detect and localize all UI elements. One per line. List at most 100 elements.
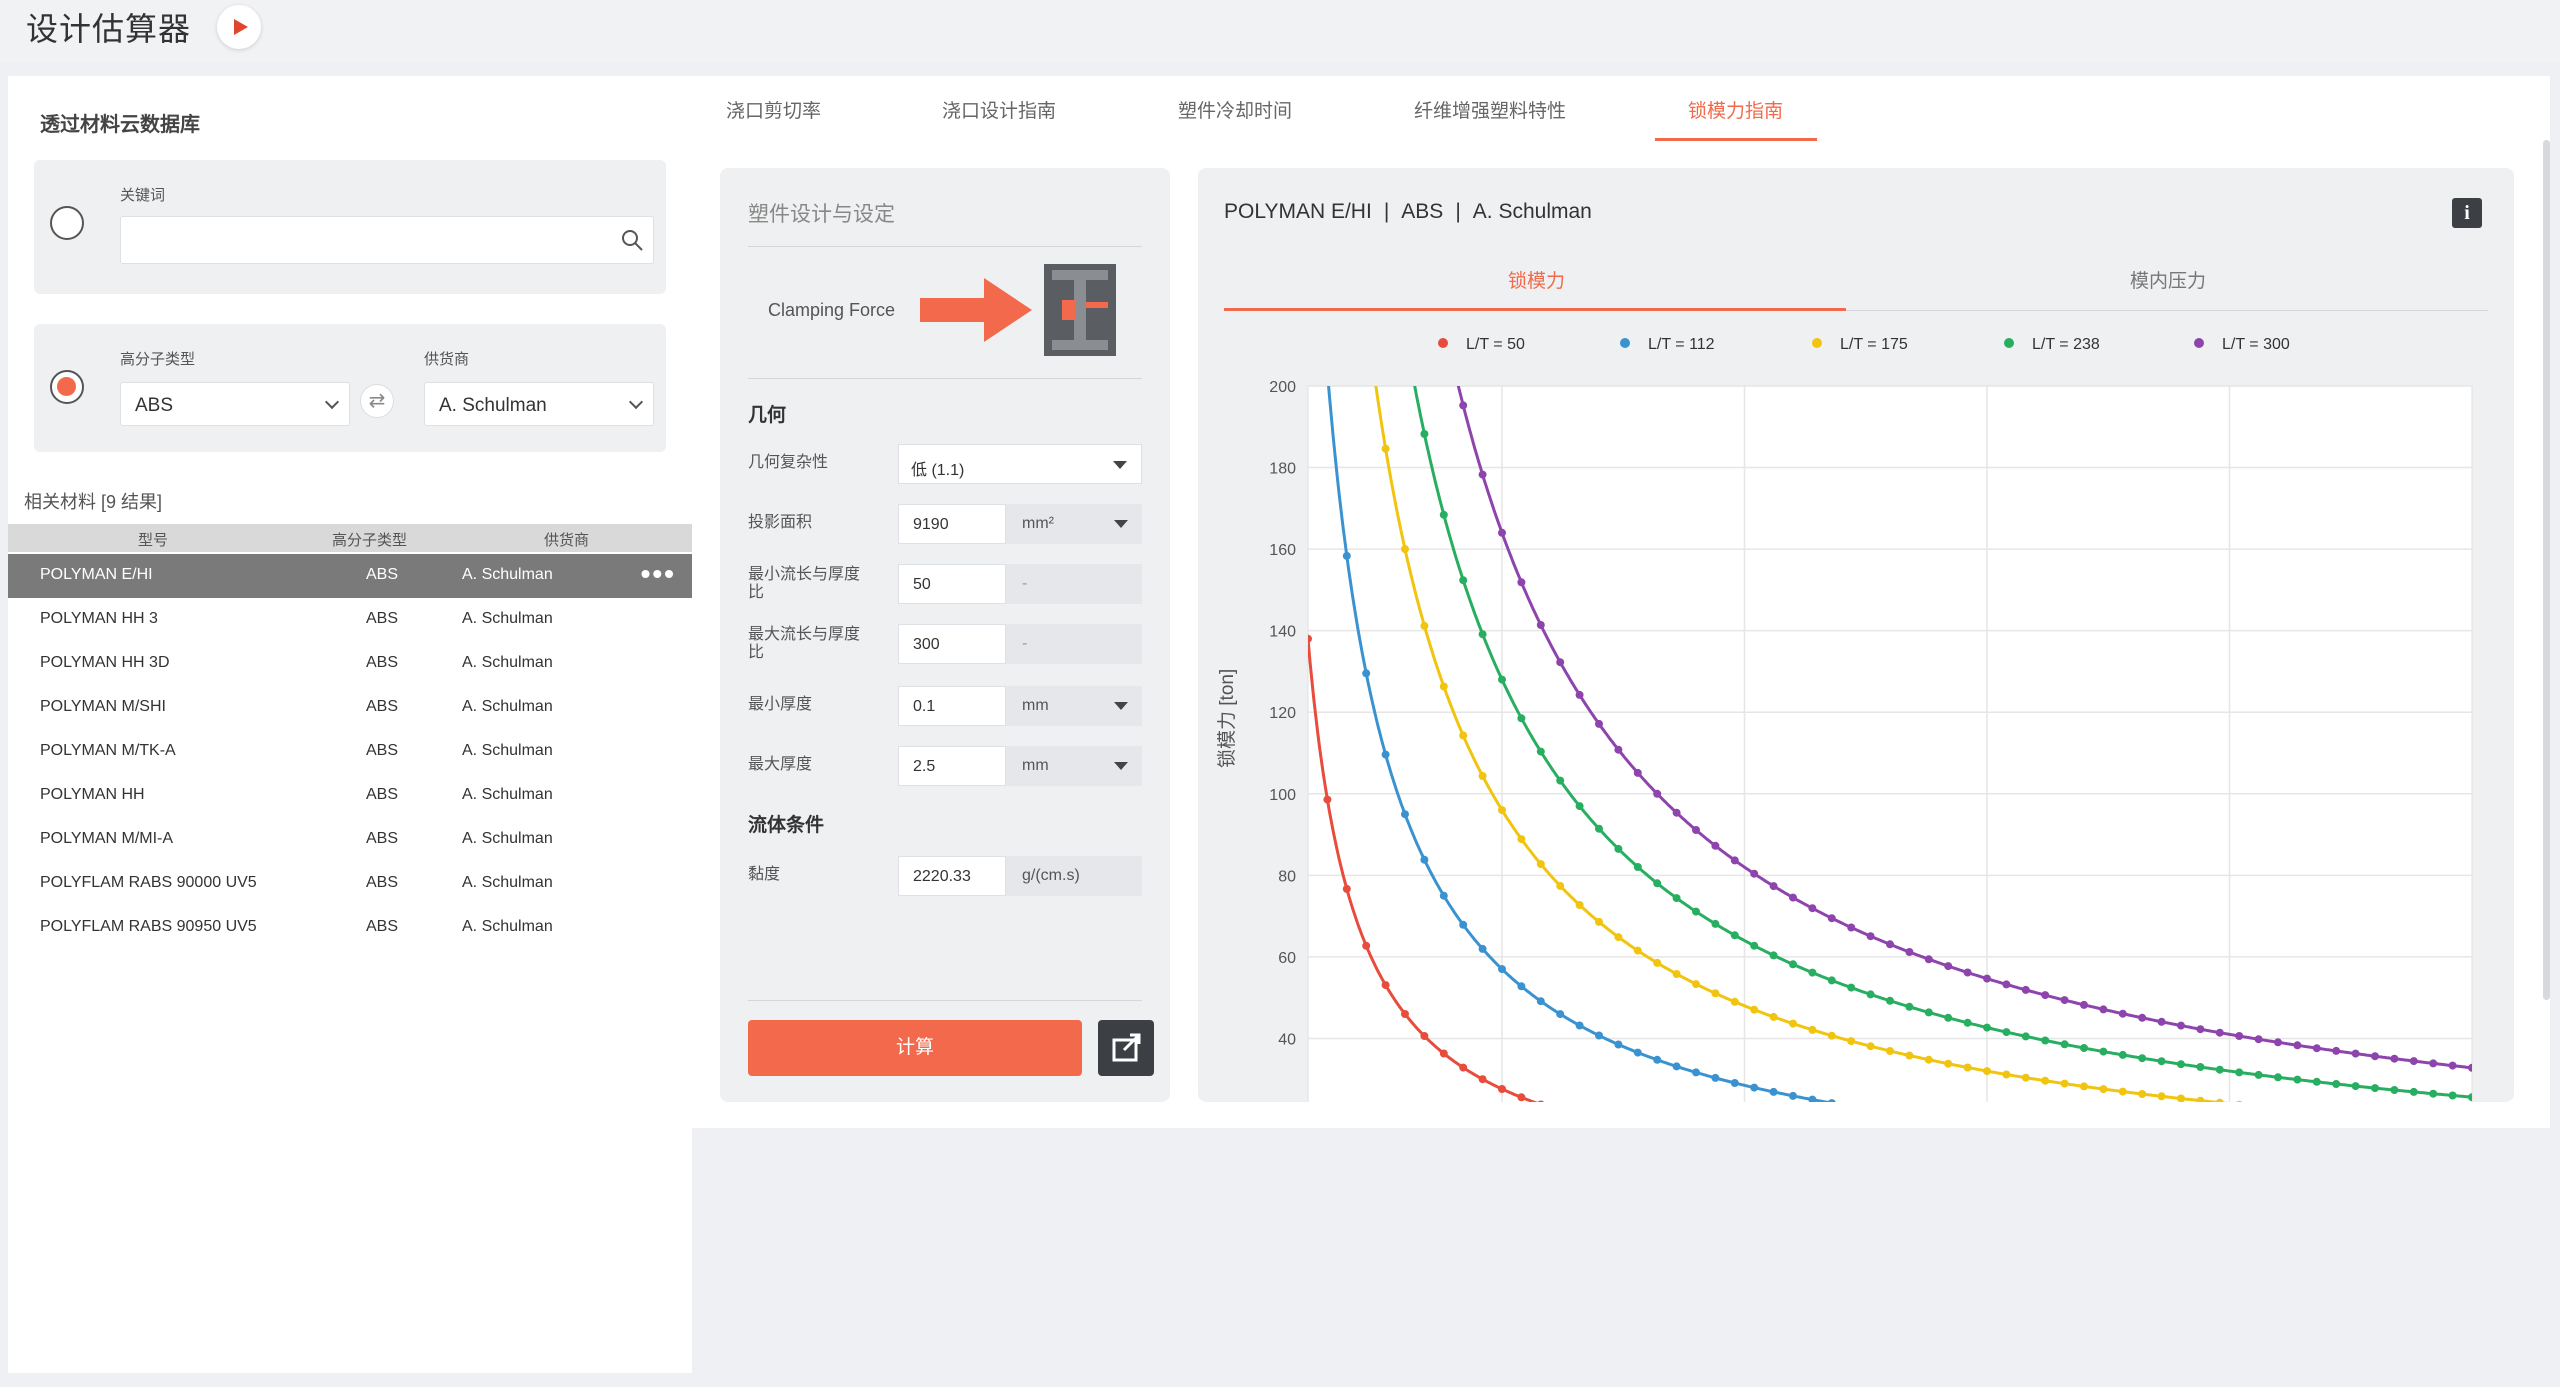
- table-row[interactable]: POLYMAN HH 3 ABS A. Schulman: [8, 598, 692, 642]
- max-lt-input[interactable]: 300: [898, 624, 1006, 664]
- data-point[interactable]: [1963, 1018, 1972, 1027]
- data-point[interactable]: [1886, 940, 1894, 949]
- data-point[interactable]: [2429, 1089, 2438, 1098]
- data-point[interactable]: [1633, 946, 1642, 955]
- data-point[interactable]: [1420, 430, 1429, 438]
- data-point[interactable]: [1633, 1048, 1642, 1057]
- data-point[interactable]: [1459, 1063, 1468, 1072]
- data-point[interactable]: [2254, 1070, 2263, 1079]
- data-point[interactable]: [2138, 1013, 2147, 1022]
- data-point[interactable]: [2274, 1073, 2282, 1082]
- data-point[interactable]: [2293, 1075, 2302, 1084]
- data-point[interactable]: [1517, 835, 1526, 844]
- data-point[interactable]: [1362, 941, 1371, 950]
- data-point[interactable]: [2332, 1080, 2341, 1088]
- data-point[interactable]: [2002, 1070, 2011, 1079]
- data-point[interactable]: [1498, 675, 1506, 684]
- data-point[interactable]: [1692, 1068, 1700, 1077]
- data-point[interactable]: [1653, 958, 1662, 967]
- search-icon[interactable]: [620, 228, 644, 252]
- data-point[interactable]: [1769, 951, 1778, 960]
- tab-fiber-reinforced[interactable]: 纤维增强塑料特性: [1414, 96, 1566, 123]
- keyword-radio[interactable]: [50, 206, 84, 240]
- area-unit-select[interactable]: mm²: [1006, 504, 1142, 544]
- data-point[interactable]: [2060, 1040, 2069, 1049]
- data-point[interactable]: [2080, 1000, 2088, 1009]
- data-point[interactable]: [1905, 948, 1914, 956]
- max-thickness-unit-select[interactable]: mm: [1006, 746, 1142, 786]
- data-point[interactable]: [1692, 826, 1700, 834]
- data-point[interactable]: [1653, 789, 1662, 798]
- filter-radio[interactable]: [50, 370, 84, 404]
- calculate-button[interactable]: 计算: [748, 1020, 1082, 1076]
- data-point[interactable]: [2254, 1035, 2263, 1044]
- data-point[interactable]: [1517, 578, 1526, 587]
- data-point[interactable]: [1614, 844, 1623, 853]
- data-point[interactable]: [1478, 1075, 1487, 1084]
- data-point[interactable]: [2021, 1073, 2030, 1082]
- table-row[interactable]: POLYMAN E/HI ABS A. Schulman •••: [8, 554, 692, 598]
- data-point[interactable]: [1459, 576, 1468, 585]
- data-point[interactable]: [1381, 981, 1390, 990]
- data-point[interactable]: [1304, 634, 1312, 643]
- data-point[interactable]: [2118, 1087, 2127, 1096]
- data-point[interactable]: [2099, 1085, 2108, 1094]
- data-point[interactable]: [1963, 968, 1972, 977]
- data-point[interactable]: [1711, 989, 1720, 998]
- data-point[interactable]: [2196, 1025, 2205, 1034]
- table-row[interactable]: POLYMAN HH 3D ABS A. Schulman: [8, 642, 692, 686]
- data-point[interactable]: [1498, 528, 1506, 537]
- data-point[interactable]: [1498, 965, 1506, 974]
- data-point[interactable]: [2312, 1044, 2321, 1053]
- data-point[interactable]: [1517, 1093, 1526, 1102]
- data-point[interactable]: [1575, 1021, 1584, 1030]
- data-point[interactable]: [1439, 1049, 1448, 1058]
- data-point[interactable]: [1905, 1002, 1914, 1011]
- data-point[interactable]: [2390, 1054, 2399, 1063]
- data-point[interactable]: [1556, 658, 1565, 667]
- data-point[interactable]: [1498, 806, 1506, 815]
- tab-clamping-force-guide[interactable]: 锁模力指南: [1688, 96, 1783, 123]
- data-point[interactable]: [1478, 772, 1487, 780]
- data-point[interactable]: [1808, 1025, 1817, 1034]
- scrollbar[interactable]: [2543, 140, 2550, 1000]
- data-point[interactable]: [1827, 914, 1836, 923]
- data-point[interactable]: [2409, 1087, 2418, 1096]
- data-point[interactable]: [1692, 907, 1700, 916]
- area-input[interactable]: 9190: [898, 504, 1006, 544]
- data-point[interactable]: [1847, 1037, 1856, 1046]
- data-point[interactable]: [2235, 1068, 2244, 1077]
- data-point[interactable]: [1789, 1019, 1797, 1028]
- table-row[interactable]: POLYMAN M/SHI ABS A. Schulman: [8, 686, 692, 730]
- data-point[interactable]: [1769, 1012, 1778, 1021]
- data-point[interactable]: [2138, 1054, 2147, 1063]
- data-point[interactable]: [1381, 444, 1390, 453]
- tab-gate-design-guide[interactable]: 浇口设计指南: [942, 96, 1056, 123]
- min-thickness-unit-select[interactable]: mm: [1006, 686, 1142, 726]
- data-point[interactable]: [1401, 545, 1409, 554]
- data-point[interactable]: [2060, 996, 2069, 1005]
- data-point[interactable]: [1381, 750, 1390, 759]
- data-point[interactable]: [1886, 1047, 1894, 1055]
- viscosity-input[interactable]: 2220.33: [898, 856, 1006, 896]
- data-point[interactable]: [1633, 768, 1642, 777]
- more-options-icon[interactable]: •••: [641, 558, 676, 590]
- data-point[interactable]: [1595, 719, 1603, 728]
- data-point[interactable]: [1575, 901, 1584, 909]
- data-point[interactable]: [1866, 990, 1875, 999]
- data-point[interactable]: [1536, 997, 1545, 1006]
- data-point[interactable]: [2448, 1061, 2457, 1070]
- data-point[interactable]: [1478, 944, 1487, 953]
- data-point[interactable]: [1536, 860, 1545, 869]
- data-point[interactable]: [2429, 1059, 2438, 1068]
- data-point[interactable]: [1672, 1062, 1681, 1071]
- max-thickness-input[interactable]: 2.5: [898, 746, 1006, 786]
- data-point[interactable]: [2215, 1065, 2224, 1074]
- data-point[interactable]: [1827, 976, 1836, 985]
- data-point[interactable]: [1983, 1067, 1991, 1076]
- data-point[interactable]: [1575, 802, 1584, 811]
- data-point[interactable]: [2002, 1028, 2011, 1037]
- data-point[interactable]: [1556, 776, 1565, 785]
- data-point[interactable]: [1459, 920, 1468, 929]
- data-point[interactable]: [1672, 808, 1681, 817]
